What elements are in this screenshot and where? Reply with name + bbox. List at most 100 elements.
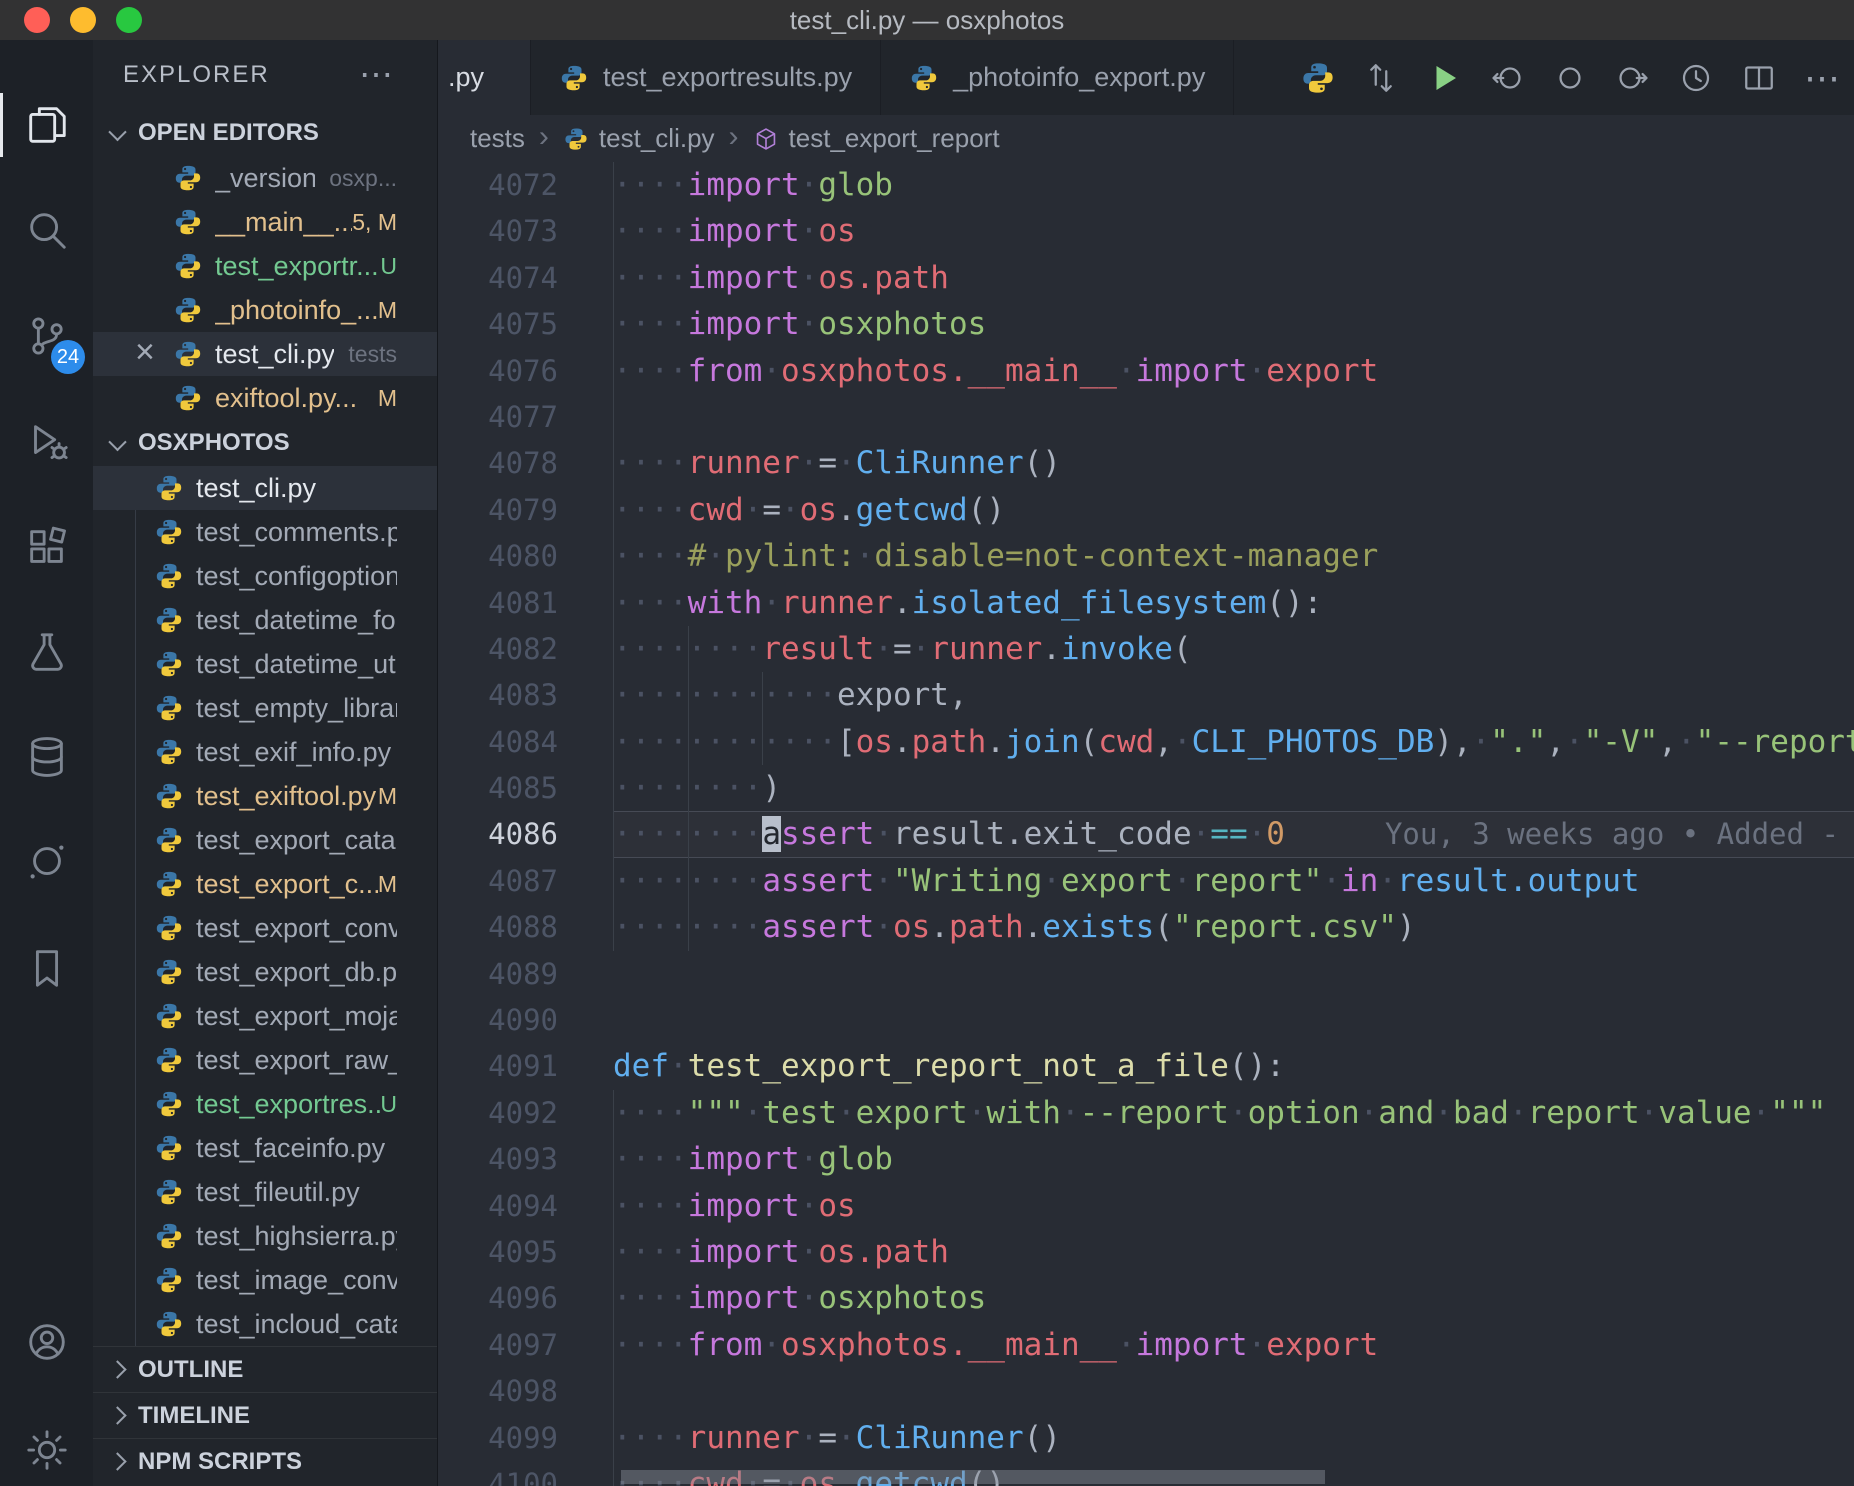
file-item[interactable]: test_faceinfo.py [93, 1126, 437, 1170]
code-line[interactable]: 4093····import·glob [438, 1136, 1854, 1182]
code-line[interactable]: 4088········assert·os.path.exists("repor… [438, 904, 1854, 950]
more-actions-icon[interactable]: ⋯ [1802, 58, 1842, 98]
code-line[interactable]: 4077 [438, 394, 1854, 440]
minimize-window-button[interactable] [70, 7, 96, 33]
tab-test-exportresults[interactable]: test_exportresults.py [531, 40, 881, 115]
line-number[interactable]: 4092 [438, 1090, 613, 1136]
file-item[interactable]: test_empty_library_... [93, 686, 437, 730]
code-line[interactable]: 4099····runner·=·CliRunner() [438, 1415, 1854, 1461]
open-editor-item[interactable]: exiftool.py...M [93, 376, 437, 420]
jupyter-icon[interactable] [0, 814, 93, 910]
source-control-icon[interactable]: 24 [0, 288, 93, 384]
code-line[interactable]: 4091def·test_export_report_not_a_file(): [438, 1043, 1854, 1089]
tab-photoinfo-export[interactable]: _photoinfo_export.py [881, 40, 1234, 115]
file-item[interactable]: test_export_db.py [93, 950, 437, 994]
file-item[interactable]: test_exif_info.py [93, 730, 437, 774]
code-line[interactable]: 4082········result·=·runner.invoke( [438, 626, 1854, 672]
code-line[interactable]: 4080····#·pylint:·disable=not-context-ma… [438, 533, 1854, 579]
open-changes-icon[interactable] [1361, 58, 1401, 98]
open-editor-item[interactable]: _version.pyosxp... [93, 156, 437, 200]
open-editors-section-header[interactable]: OPEN EDITORS [93, 110, 437, 156]
file-item[interactable]: test_datetime_utils.... [93, 642, 437, 686]
settings-icon[interactable] [0, 1402, 93, 1486]
line-number[interactable]: 4100 [438, 1461, 613, 1486]
breadcrumb-item-tests[interactable]: tests [470, 123, 525, 154]
code-line[interactable]: 4092····"""·test·export·with·--report·op… [438, 1090, 1854, 1136]
code-line[interactable]: 4086········assert·result.exit_code·==·0… [438, 811, 1854, 857]
close-window-button[interactable] [24, 7, 50, 33]
line-number[interactable]: 4078 [438, 440, 613, 486]
code-line[interactable]: 4079····cwd·=·os.getcwd() [438, 487, 1854, 533]
code-line[interactable]: 4095····import·os.path [438, 1229, 1854, 1275]
line-number[interactable]: 4097 [438, 1322, 613, 1368]
breadcrumb-item-test-cli-py[interactable]: test_cli.py [563, 123, 715, 154]
file-item[interactable]: test_configoptions.... [93, 554, 437, 598]
account-icon[interactable] [0, 1294, 93, 1390]
line-number[interactable]: 4080 [438, 533, 613, 579]
file-item[interactable]: test_export_catalin... [93, 818, 437, 862]
python-logo-icon[interactable] [1298, 58, 1338, 98]
file-item[interactable]: test_cli.py [93, 466, 437, 510]
line-number[interactable]: 4074 [438, 255, 613, 301]
code-line[interactable]: 4097····from·osxphotos.__main__·import·e… [438, 1322, 1854, 1368]
extensions-icon[interactable] [0, 499, 93, 595]
line-number[interactable]: 4086 [438, 811, 613, 857]
code-line[interactable]: 4078····runner·=·CliRunner() [438, 440, 1854, 486]
code-line[interactable]: 4090 [438, 997, 1854, 1043]
line-number[interactable]: 4096 [438, 1275, 613, 1321]
explorer-icon[interactable] [0, 77, 93, 173]
code-line[interactable]: 4081····with·runner.isolated_filesystem(… [438, 580, 1854, 626]
line-number[interactable]: 4079 [438, 487, 613, 533]
database-icon[interactable] [0, 709, 93, 805]
line-number[interactable]: 4088 [438, 904, 613, 950]
sidebar-section-npm-scripts[interactable]: NPM SCRIPTS [93, 1438, 437, 1484]
code-line[interactable]: 4083············export, [438, 672, 1854, 718]
file-item[interactable]: test_exiftool.pyM [93, 774, 437, 818]
file-item[interactable]: test_incloud_catali... [93, 1302, 437, 1346]
line-number[interactable]: 4085 [438, 765, 613, 811]
file-item[interactable]: test_datetime_form... [93, 598, 437, 642]
file-item[interactable]: test_export_conver... [93, 906, 437, 950]
open-editor-item[interactable]: _photoinfo_...M [93, 288, 437, 332]
code-line[interactable]: 4074····import·os.path [438, 255, 1854, 301]
code-line[interactable]: 4072····import·glob [438, 162, 1854, 208]
code-editor[interactable]: 4072····import·glob4073····import·os4074… [438, 162, 1854, 1486]
file-item[interactable]: test_export_mojave... [93, 994, 437, 1038]
line-number[interactable]: 4099 [438, 1415, 613, 1461]
run-button[interactable] [1424, 58, 1464, 98]
history-icon[interactable] [1676, 58, 1716, 98]
run-below-icon[interactable] [1613, 58, 1653, 98]
code-line[interactable]: 4096····import·osxphotos [438, 1275, 1854, 1321]
file-item[interactable]: test_export_raw_ca... [93, 1038, 437, 1082]
line-number[interactable]: 4089 [438, 951, 613, 997]
code-line[interactable]: 4085········) [438, 765, 1854, 811]
zoom-window-button[interactable] [116, 7, 142, 33]
tab-test-cli-partial[interactable]: .py [438, 40, 531, 115]
line-number[interactable]: 4082 [438, 626, 613, 672]
line-number[interactable]: 4076 [438, 348, 613, 394]
breadcrumb-item-test-export-report[interactable]: test_export_report [753, 123, 1000, 154]
file-item[interactable]: test_image_convert... [93, 1258, 437, 1302]
code-line[interactable]: 4084············[os.path.join(cwd,·CLI_P… [438, 719, 1854, 765]
code-line[interactable]: 4076····from·osxphotos.__main__·import·e… [438, 348, 1854, 394]
open-editor-item[interactable]: test_exportr...U [93, 244, 437, 288]
open-editor-item[interactable]: __main__...5, M [93, 200, 437, 244]
code-line[interactable]: 4094····import·os [438, 1183, 1854, 1229]
line-number[interactable]: 4095 [438, 1229, 613, 1275]
run-cell-icon[interactable] [1550, 58, 1590, 98]
code-line[interactable]: 4089 [438, 951, 1854, 997]
line-number[interactable]: 4093 [438, 1136, 613, 1182]
code-line[interactable]: 4075····import·osxphotos [438, 301, 1854, 347]
bookmarks-icon[interactable] [0, 920, 93, 1016]
file-item[interactable]: test_exportres...U [93, 1082, 437, 1126]
line-number[interactable]: 4083 [438, 672, 613, 718]
line-number[interactable]: 4084 [438, 719, 613, 765]
line-number[interactable]: 4075 [438, 301, 613, 347]
search-icon[interactable] [0, 182, 93, 278]
line-number[interactable]: 4081 [438, 580, 613, 626]
line-number[interactable]: 4087 [438, 858, 613, 904]
line-number[interactable]: 4091 [438, 1043, 613, 1089]
line-number[interactable]: 4094 [438, 1183, 613, 1229]
file-item[interactable]: test_highsierra.py [93, 1214, 437, 1258]
sidebar-section-timeline[interactable]: TIMELINE [93, 1392, 437, 1438]
